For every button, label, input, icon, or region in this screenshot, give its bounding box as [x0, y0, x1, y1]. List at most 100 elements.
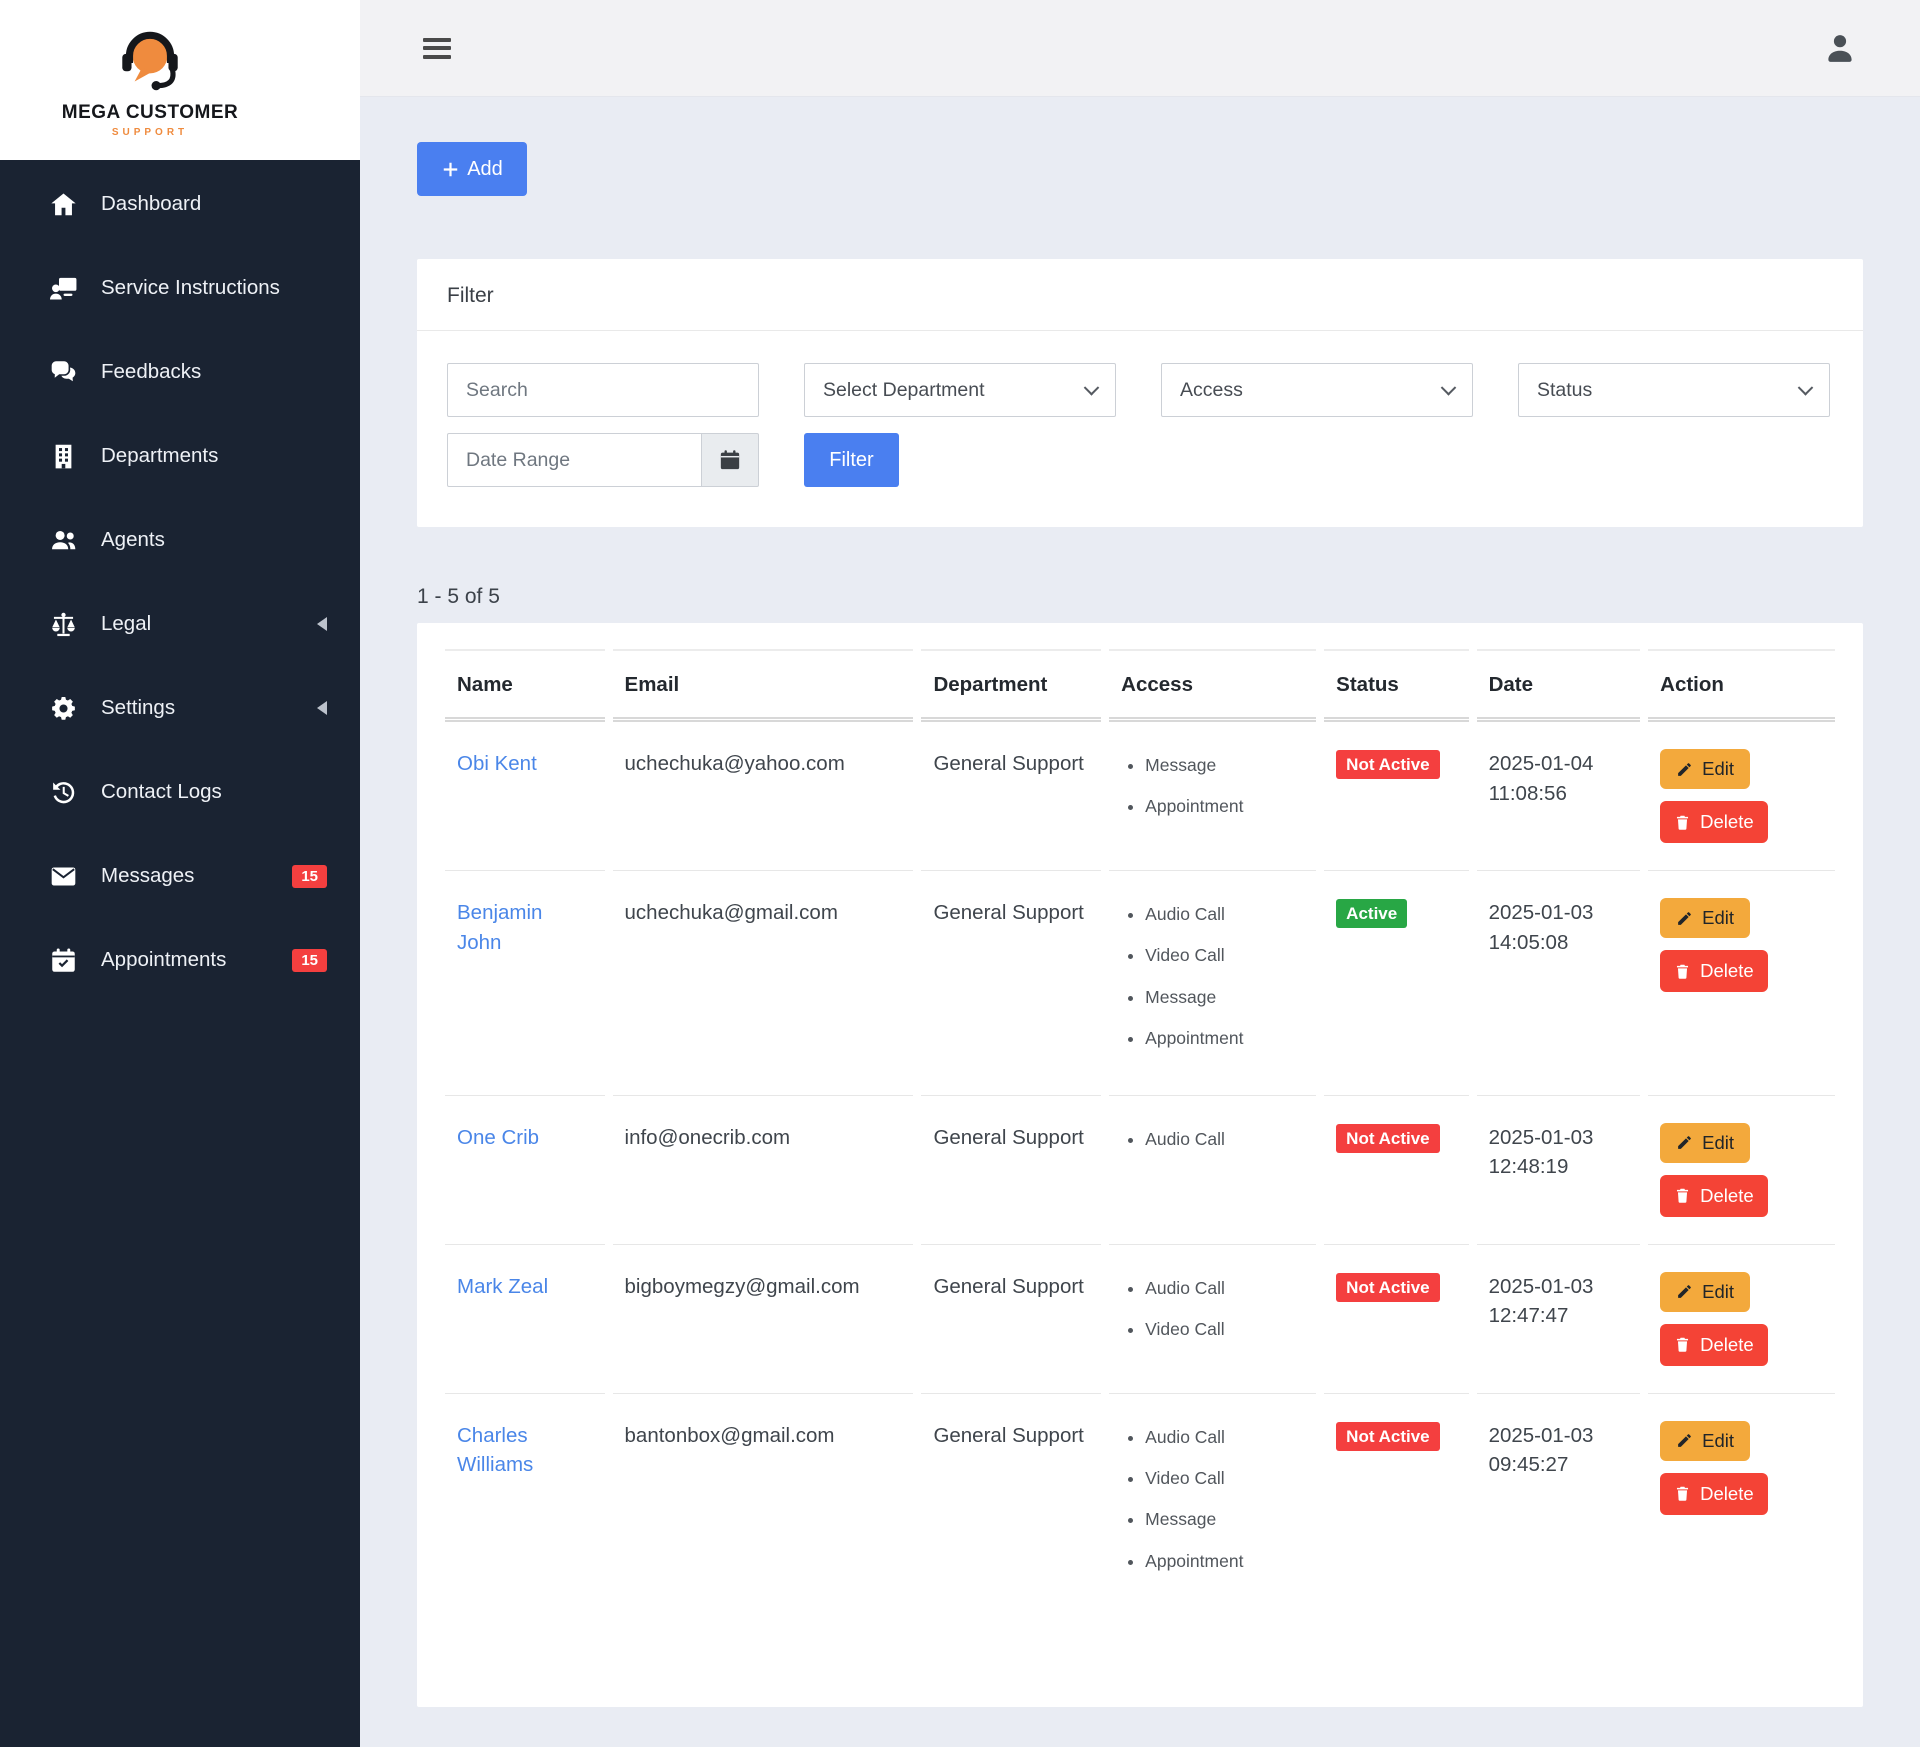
- name-cell: One Crib: [445, 1096, 605, 1245]
- sidebar-item-dashboard[interactable]: Dashboard: [0, 162, 360, 246]
- sidebar-item-label: Legal: [101, 612, 152, 635]
- edit-button-label: Edit: [1702, 1131, 1735, 1153]
- delete-button-label: Delete: [1700, 1482, 1754, 1504]
- sidebar-item-feedbacks[interactable]: Feedbacks: [0, 330, 360, 414]
- access-select[interactable]: Access: [1161, 363, 1473, 417]
- column-header-action: Action: [1648, 649, 1835, 722]
- sidebar-item-messages[interactable]: Messages 15: [0, 834, 360, 918]
- trash-icon: [1677, 1188, 1689, 1203]
- department-select[interactable]: Select Department: [804, 363, 1116, 417]
- calendar-icon: [720, 450, 740, 470]
- sidebar-item-service-instructions[interactable]: Service Instructions: [0, 246, 360, 330]
- table-row: Charles Williams bantonbox@gmail.com Gen…: [445, 1394, 1835, 1618]
- sidebar-item-agents[interactable]: Agents: [0, 498, 360, 582]
- sidebar-item-departments[interactable]: Departments: [0, 414, 360, 498]
- access-item: Appointment: [1145, 1549, 1304, 1574]
- agent-name-link[interactable]: Charles Williams: [457, 1424, 533, 1477]
- status-select[interactable]: Status: [1518, 363, 1830, 417]
- edit-button[interactable]: Edit: [1660, 1122, 1751, 1163]
- name-cell: Mark Zeal: [445, 1245, 605, 1394]
- agent-date: 2025-01-03: [1488, 1423, 1594, 1447]
- column-header-access: Access: [1109, 649, 1317, 722]
- sidebar-item-label: Contact Logs: [101, 780, 222, 803]
- date-cell: 2025-01-04 11:08:56: [1476, 722, 1641, 871]
- logo-text-line1: MEGA CUSTOMER: [61, 102, 239, 123]
- status-cell: Active: [1324, 871, 1469, 1096]
- sidebar-item-label: Appointments: [101, 948, 227, 971]
- chevron-left-icon: [317, 617, 327, 631]
- topbar: [360, 0, 1920, 97]
- access-cell: Audio Call: [1109, 1096, 1317, 1245]
- delete-button[interactable]: Delete: [1660, 1174, 1768, 1217]
- app-logo[interactable]: MEGA CUSTOMER SUPPORT: [62, 22, 238, 138]
- access-item: Audio Call: [1145, 1127, 1304, 1152]
- logo-text-line2: SUPPORT: [111, 127, 189, 138]
- date-range-input[interactable]: [447, 433, 702, 487]
- agent-date: 2025-01-03: [1488, 901, 1594, 924]
- email-cell: info@onecrib.com: [612, 1096, 914, 1245]
- agent-name-link[interactable]: Mark Zeal: [457, 1275, 548, 1298]
- name-cell: Charles Williams: [445, 1394, 605, 1618]
- chevron-left-icon: [317, 701, 327, 715]
- access-list: Audio Call Video Call Message Appointment: [1121, 902, 1304, 1052]
- agent-email: info@onecrib.com: [624, 1125, 791, 1149]
- agent-department: General Support: [933, 752, 1084, 775]
- trash-icon: [1677, 815, 1689, 830]
- edit-button[interactable]: Edit: [1660, 898, 1751, 938]
- delete-button[interactable]: Delete: [1660, 801, 1768, 843]
- access-item: Audio Call: [1145, 902, 1304, 927]
- delete-button[interactable]: Delete: [1660, 950, 1768, 992]
- access-cell: Audio Call Video Call: [1109, 1245, 1317, 1394]
- sidebar-item-legal[interactable]: Legal: [0, 582, 360, 666]
- search-input[interactable]: [447, 363, 759, 417]
- date-cell: 2025-01-03 12:47:47: [1476, 1245, 1641, 1394]
- agent-department: General Support: [933, 1274, 1084, 1298]
- access-item: Video Call: [1145, 943, 1304, 968]
- table-row: Mark Zeal bigboymegzy@gmail.com General …: [445, 1245, 1835, 1394]
- hamburger-menu-button[interactable]: [423, 33, 451, 63]
- agents-table: Name Email Department Access Status Date…: [437, 649, 1843, 1617]
- department-cell: General Support: [921, 1394, 1101, 1618]
- access-item: Message: [1145, 753, 1304, 778]
- users-icon: [50, 526, 86, 554]
- access-cell: Audio Call Video Call Message Appointment: [1109, 1394, 1316, 1618]
- user-avatar-button[interactable]: [1820, 28, 1860, 68]
- sidebar-item-label: Feedbacks: [101, 360, 202, 383]
- sidebar-item-appointments[interactable]: Appointments 15: [0, 918, 360, 1002]
- column-header-email: Email: [612, 649, 914, 722]
- column-header-department: Department: [921, 649, 1102, 722]
- calendar-picker-button[interactable]: [701, 433, 759, 487]
- filter-submit-button[interactable]: Filter: [804, 433, 899, 487]
- agent-name-link[interactable]: One Crib: [457, 1126, 539, 1149]
- agent-name-link[interactable]: Obi Kent: [457, 752, 537, 775]
- gear-icon: [50, 694, 86, 722]
- date-range-group: [447, 433, 759, 487]
- status-badge: Not Active: [1336, 750, 1440, 779]
- agent-time: 14:05:08: [1488, 930, 1569, 954]
- delete-button[interactable]: Delete: [1660, 1323, 1768, 1366]
- edit-button[interactable]: Edit: [1660, 749, 1751, 789]
- agent-time: 12:47:47: [1488, 1304, 1569, 1328]
- headset-logo-icon: [122, 31, 178, 91]
- agent-name-link[interactable]: Benjamin John: [457, 901, 542, 954]
- sidebar-item-settings[interactable]: Settings: [0, 666, 360, 750]
- delete-button-label: Delete: [1700, 1333, 1754, 1355]
- agents-table-card: Name Email Department Access Status Date…: [417, 623, 1863, 1707]
- edit-button[interactable]: Edit: [1660, 1420, 1751, 1461]
- status-cell: Not Active: [1324, 722, 1469, 871]
- sidebar-item-contact-logs[interactable]: Contact Logs: [0, 750, 360, 834]
- access-item: Audio Call: [1145, 1425, 1304, 1450]
- building-icon: [50, 442, 86, 470]
- column-header-name: Name: [445, 649, 605, 722]
- sidebar-item-label: Departments: [101, 444, 219, 467]
- envelope-icon: [50, 862, 86, 890]
- edit-button-label: Edit: [1702, 1280, 1735, 1302]
- comments-icon: [50, 358, 86, 386]
- add-button[interactable]: Add: [417, 142, 527, 196]
- edit-button[interactable]: Edit: [1660, 1271, 1751, 1312]
- agent-date: 2025-01-04: [1488, 752, 1594, 775]
- status-cell: Not Active: [1324, 1096, 1469, 1245]
- department-cell: General Support: [921, 871, 1102, 1096]
- status-select-wrap: Status: [1518, 363, 1830, 417]
- delete-button[interactable]: Delete: [1660, 1472, 1768, 1515]
